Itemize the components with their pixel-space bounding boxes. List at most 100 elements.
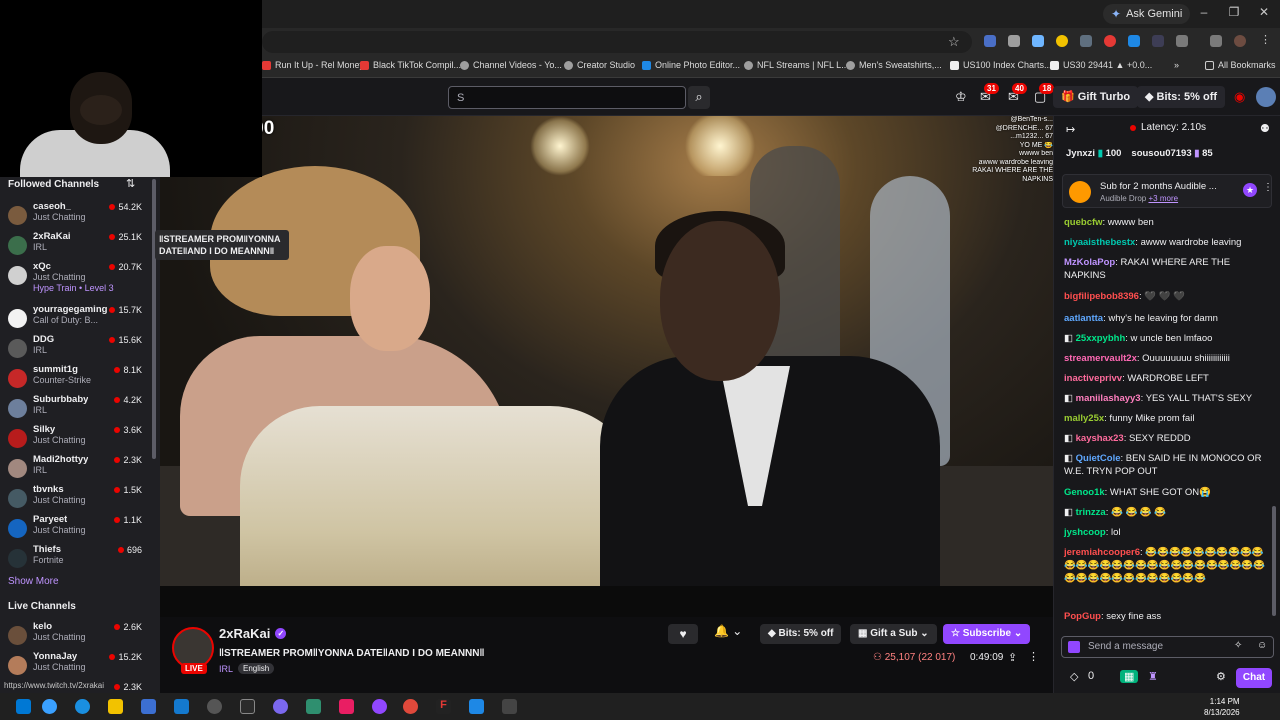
extensions-puzzle-icon[interactable]	[1176, 35, 1188, 47]
sidebar-channel[interactable]: Silky Just Chatting 3.6K	[0, 424, 150, 454]
chrome-icon[interactable]	[403, 699, 418, 714]
collapse-chat-icon[interactable]: ↦	[1066, 123, 1075, 136]
bookmark-star-icon[interactable]: ☆	[948, 34, 960, 50]
sidebar-scrollbar[interactable]	[152, 179, 156, 459]
ask-gemini-button[interactable]: ✦ Ask Gemini	[1103, 4, 1191, 24]
chat-message[interactable]: jeremiahcooper6: 😂😂😂😂😂😂😂😂😂😂😂😂😂😂😂😂😂😂😂😂😂😂😂…	[1064, 546, 1270, 585]
send-chat-button[interactable]: Chat	[1236, 668, 1272, 688]
extension-icon[interactable]	[1152, 35, 1164, 47]
chat-username[interactable]: inactiveprivv	[1064, 373, 1122, 384]
menu-icon[interactable]	[1210, 35, 1222, 47]
emote-icon[interactable]: ☺	[1257, 640, 1267, 651]
gift-sub-button[interactable]: ▦ Gift a Sub ⌄	[850, 624, 937, 644]
sidebar-channel[interactable]: caseoh_ Just Chatting 54.2K	[0, 201, 150, 231]
bookmarks-overflow-icon[interactable]: »	[1174, 60, 1179, 70]
omnibox[interactable]	[262, 31, 972, 53]
chat-message[interactable]: mally25x: funny Mike prom fail	[1064, 412, 1270, 425]
bookmark-item[interactable]: Online Photo Editor...	[642, 60, 740, 70]
sidebar-channel[interactable]: YonnaJay Just Chatting 15.2K	[0, 651, 150, 681]
sidebar-channel[interactable]: Madi2hottyy IRL 2.3K	[0, 454, 150, 484]
bits-cheer-icon[interactable]: ✧	[1234, 640, 1242, 651]
file-explorer-icon[interactable]	[108, 699, 123, 714]
extension-icon[interactable]	[1008, 35, 1020, 47]
maximize-button[interactable]: ❐	[1226, 5, 1242, 19]
subscribe-button[interactable]: ☆ Subscribe ⌄	[943, 624, 1031, 644]
bookmark-item[interactable]: NFL Streams | NFL L...	[744, 60, 849, 70]
bonus-claim-icon[interactable]: ▦	[1120, 670, 1139, 683]
chat-message[interactable]: quebcfw: wwww ben	[1064, 216, 1270, 229]
chat-username[interactable]: jyshcoop	[1064, 527, 1106, 538]
chat-username[interactable]: quebcfw	[1064, 217, 1103, 228]
search-button[interactable]: ⌕	[688, 86, 710, 109]
extension-icon[interactable]	[1080, 35, 1092, 47]
sidebar-channel[interactable]: kelo Just Chatting 2.6K	[0, 621, 150, 651]
bookmark-item[interactable]: US100 Index Charts...	[950, 60, 1052, 70]
clock-icon[interactable]	[207, 699, 222, 714]
bookmark-item[interactable]: Men's Sweatshirts,...	[846, 60, 942, 70]
chat-username[interactable]: trinzza	[1076, 507, 1106, 518]
whispers-icon[interactable]: ✉ 40	[1008, 83, 1027, 105]
extension-icon[interactable]	[1056, 35, 1068, 47]
stream-category-link[interactable]: IRL	[219, 664, 233, 674]
language-tag[interactable]: English	[238, 663, 275, 674]
follow-button[interactable]: ♥	[668, 624, 698, 644]
channel-points-icon[interactable]: ◇	[1070, 670, 1078, 683]
kebab-menu-icon[interactable]: ⋮	[1260, 33, 1272, 46]
outlook-icon[interactable]	[174, 699, 189, 714]
more-drops-link[interactable]: +3 more	[1148, 194, 1178, 203]
chat-message[interactable]: bigfilipebob8396: 🖤 🖤 🖤	[1064, 290, 1270, 303]
sidebar-channel[interactable]: DDG IRL 15.6K	[0, 334, 150, 364]
bookmark-item[interactable]: Channel Videos - Yo...	[460, 60, 562, 70]
bookmark-item[interactable]: Black TikTok Compil...	[360, 60, 461, 70]
leaderboard-entry[interactable]: sousou07193 ▮ 85	[1131, 148, 1212, 159]
more-options-icon[interactable]: ⋮	[1028, 650, 1039, 663]
chat-message[interactable]: niyaaisthebestx: awww wardrobe leaving	[1064, 236, 1270, 249]
bookmark-item[interactable]: US30 29441 ▲ +0.0...	[1050, 60, 1152, 70]
chat-username[interactable]: 25xxpybhh	[1076, 333, 1126, 344]
prediction-icon[interactable]: ♜	[1148, 670, 1158, 683]
system-clock[interactable]: 1:14 PM 8/13/2026	[1204, 696, 1240, 718]
tiktok-icon[interactable]	[339, 699, 354, 714]
more-options-icon[interactable]: ⋮	[1263, 182, 1273, 193]
live-status-icon[interactable]: ◉	[1234, 89, 1245, 105]
chat-message[interactable]: PopGup: sexy fine ass	[1064, 610, 1270, 623]
audible-drop-card[interactable]: Sub for 2 months Audible ... Audible Dro…	[1062, 174, 1273, 208]
chat-message[interactable]: ◧ 25xxpybhh: w uncle ben lmfaoo	[1064, 332, 1270, 345]
chat-username[interactable]: Genoo1k	[1064, 487, 1105, 498]
chat-username[interactable]: bigfilipebob8396	[1064, 291, 1139, 302]
prime-crown-icon[interactable]: ♔	[955, 89, 967, 105]
app-icon[interactable]	[273, 699, 288, 714]
video-player[interactable]: 7000 50 @BenTen-s... @DRENCHE... 67 ...m…	[160, 116, 1053, 617]
chat-scrollbar[interactable]	[1272, 506, 1276, 616]
chat-username[interactable]: jeremiahcooper6	[1064, 547, 1140, 558]
chat-message[interactable]: inactiveprivv: WARDROBE LEFT	[1064, 372, 1270, 385]
extension-icon[interactable]	[1128, 35, 1140, 47]
chat-username[interactable]: maniilashayy3	[1076, 393, 1141, 404]
sidebar-channel[interactable]: Paryeet Just Chatting 1.1K	[0, 514, 150, 544]
user-avatar[interactable]	[1256, 87, 1276, 107]
show-more-link[interactable]: Show More	[8, 576, 59, 587]
close-window-button[interactable]: ✕	[1256, 5, 1272, 19]
streamer-name[interactable]: 2xRaKai ✓	[219, 626, 287, 641]
chat-username[interactable]: kayshax23	[1076, 433, 1124, 444]
extension-icon[interactable]	[1032, 35, 1044, 47]
chat-username[interactable]: aatlantta	[1064, 313, 1103, 324]
share-icon[interactable]: ⇪	[1008, 651, 1017, 664]
notifications-bell-button[interactable]: 🔔 ⌄	[714, 624, 742, 638]
app-icon[interactable]	[502, 699, 517, 714]
chat-message[interactable]: streamervault2x: Ouuuuuuuu shiiiiiiiiiii…	[1064, 352, 1270, 365]
all-bookmarks-item[interactable]: All Bookmarks	[1205, 60, 1276, 70]
chat-username[interactable]: mally25x	[1064, 413, 1104, 424]
chat-username[interactable]: streamervault2x	[1064, 353, 1137, 364]
chat-message-input[interactable]: Send a message ✧ ☺	[1061, 636, 1274, 658]
chat-username[interactable]: QuietCole	[1076, 453, 1121, 464]
chat-message[interactable]: MzKolaPop: RAKAI WHERE ARE THE NAPKINS	[1064, 256, 1270, 282]
app-icon[interactable]	[469, 699, 484, 714]
sidebar-channel[interactable]: xQc Just Chatting Hype Train • Level 3 2…	[0, 261, 150, 301]
chat-username[interactable]: PopGup	[1064, 611, 1101, 622]
leaderboard-entry[interactable]: Jynxzi ▮ 100	[1066, 148, 1121, 159]
copilot-icon[interactable]	[42, 699, 57, 714]
gift-icon[interactable]	[1068, 641, 1080, 653]
sidebar-channel[interactable]: yourragegaming Call of Duty: B... 15.7K	[0, 304, 150, 334]
extension-icon[interactable]	[984, 35, 996, 47]
